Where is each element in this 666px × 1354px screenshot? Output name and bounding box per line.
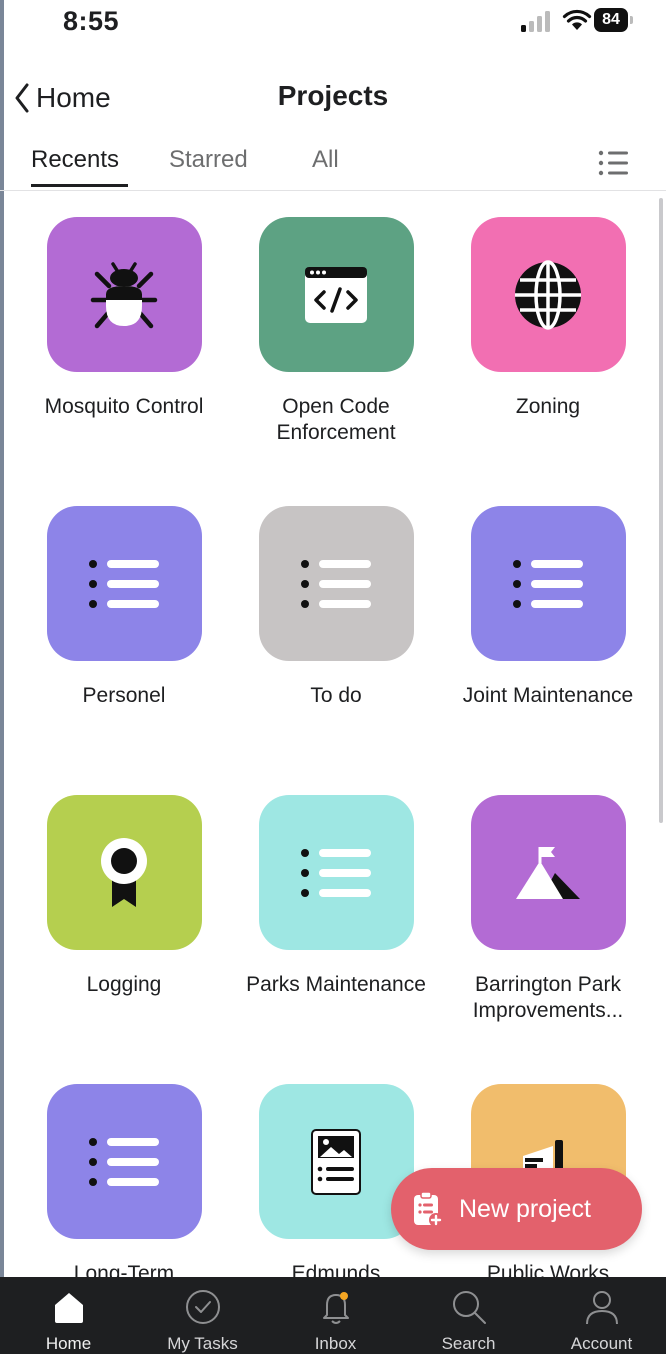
nav-my-tasks[interactable]: My Tasks	[136, 1277, 269, 1354]
scrollbar[interactable]	[659, 198, 663, 823]
tab-bar: Recents Starred All	[0, 140, 666, 191]
battery-icon: 84	[594, 8, 634, 32]
project-name: Open Code Enforcement	[276, 395, 396, 444]
list-view-icon[interactable]	[598, 150, 630, 176]
nav-account[interactable]: Account	[535, 1277, 666, 1354]
back-button[interactable]: Home	[14, 80, 111, 116]
bug-icon	[90, 261, 158, 328]
tab-starred[interactable]: Starred	[169, 146, 248, 174]
project-name: Logging	[86, 973, 162, 996]
project-icon-tile	[258, 506, 414, 661]
list-icon	[89, 559, 159, 608]
status-time: 8:55	[63, 6, 120, 36]
project-name: Long-Term	[73, 1262, 175, 1277]
project-name: Zoning	[515, 395, 581, 418]
bottom-navigation: Home My Tasks Inbox Search Account	[0, 1277, 666, 1354]
project-tile[interactable]: Long-Term	[18, 1084, 230, 1277]
project-tile[interactable]: Mosquito Control	[18, 217, 230, 420]
nav-inbox[interactable]: Inbox	[269, 1277, 402, 1354]
nav-my-tasks-label: My Tasks	[167, 1334, 238, 1353]
nav-home[interactable]: Home	[2, 1277, 135, 1354]
project-icon-tile	[470, 506, 626, 661]
project-name: Edmunds	[291, 1262, 381, 1277]
project-icon-tile	[470, 795, 626, 950]
home-icon	[54, 1293, 83, 1323]
active-tab-indicator	[31, 184, 128, 187]
clipboard-add-icon	[414, 1191, 443, 1227]
mountain-flag-icon	[516, 846, 580, 899]
list-icon	[301, 848, 371, 897]
project-tile[interactable]: Joint Maintenance	[442, 506, 654, 709]
project-icon-tile	[46, 795, 202, 950]
list-icon	[513, 559, 583, 608]
cellular-signal-icon	[521, 11, 550, 32]
project-icon-tile	[46, 506, 202, 661]
project-tile[interactable]: Open Code Enforcement	[230, 217, 442, 446]
project-tile[interactable]: Logging	[18, 795, 230, 998]
nav-account-label: Account	[570, 1334, 633, 1353]
project-icon-tile	[46, 1084, 202, 1239]
project-name: To do	[310, 684, 362, 707]
project-name: Mosquito Control	[44, 395, 204, 418]
news-doc-icon	[311, 1128, 361, 1195]
project-tile[interactable]: Personel	[18, 506, 230, 709]
account-icon	[585, 1291, 618, 1325]
project-name: Barrington Park Improvements...	[472, 973, 624, 1022]
code-window-icon	[305, 266, 367, 323]
globe-icon	[515, 259, 581, 330]
bell-icon	[322, 1292, 349, 1324]
search-icon	[452, 1291, 486, 1324]
project-name: Public Works	[486, 1262, 610, 1277]
list-icon	[301, 559, 371, 608]
nav-search[interactable]: Search	[402, 1277, 535, 1354]
page-title: Projects	[277, 80, 389, 111]
project-icon-tile	[46, 217, 202, 372]
ribbon-award-icon	[101, 837, 147, 907]
project-name: Joint Maintenance	[462, 684, 634, 707]
project-tile[interactable]: Barrington Park Improvements...	[442, 795, 654, 1024]
nav-search-label: Search	[441, 1334, 496, 1353]
wifi-icon	[562, 9, 592, 30]
battery-level: 84	[594, 8, 628, 32]
nav-inbox-label: Inbox	[314, 1334, 357, 1353]
nav-home-label: Home	[45, 1334, 92, 1353]
project-grid: Mosquito Control Open Code Enforcement Z…	[0, 217, 666, 1277]
project-icon-tile	[470, 217, 626, 372]
list-icon	[89, 1137, 159, 1186]
new-project-label: New project	[459, 1194, 591, 1223]
status-bar: 8:55 84	[0, 0, 666, 56]
project-icon-tile	[258, 217, 414, 372]
project-tile[interactable]: Zoning	[442, 217, 654, 420]
project-icon-tile	[258, 795, 414, 950]
project-tile[interactable]: Parks Maintenance	[230, 795, 442, 998]
new-project-button[interactable]: New project	[391, 1168, 642, 1250]
project-name: Personel	[82, 684, 166, 707]
project-name: Parks Maintenance	[246, 973, 426, 996]
check-circle-icon	[185, 1290, 220, 1324]
tab-all[interactable]: All	[312, 146, 339, 174]
back-label: Home	[36, 82, 111, 113]
tab-recents[interactable]: Recents	[31, 146, 119, 174]
chevron-left-icon	[15, 83, 29, 113]
project-tile[interactable]: To do	[230, 506, 442, 709]
project-icon-tile	[258, 1084, 414, 1239]
